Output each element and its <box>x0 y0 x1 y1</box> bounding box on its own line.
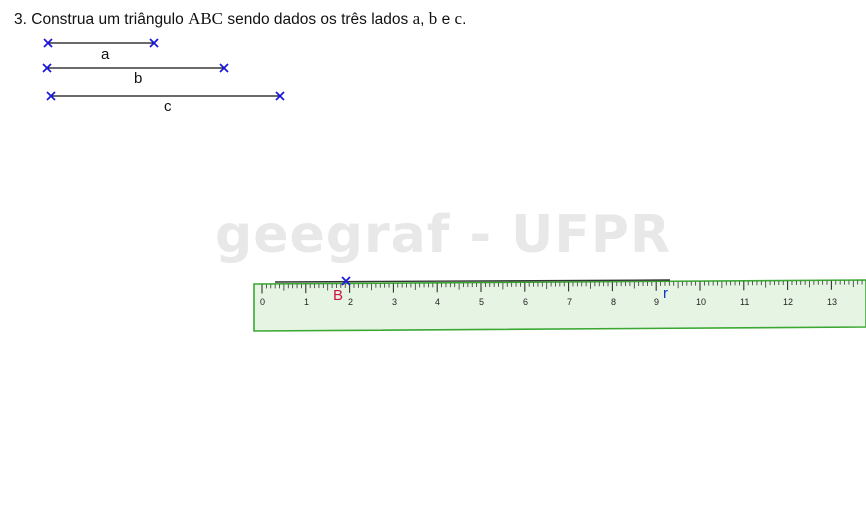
segment-a[interactable]: a <box>43 38 159 63</box>
ruler-body[interactable] <box>253 279 866 332</box>
ruler-number-8: 8 <box>611 297 616 307</box>
ruler-number-7: 7 <box>567 297 572 307</box>
ruler-number-3: 3 <box>392 297 397 307</box>
ruler-number-0: 0 <box>260 297 265 307</box>
ruler-number-5: 5 <box>479 297 484 307</box>
ruler-number-13: 13 <box>827 297 837 307</box>
ruler-number-11: 11 <box>740 297 749 307</box>
segment-a-label: a <box>101 46 110 63</box>
segment-c[interactable]: c <box>46 91 285 115</box>
line-r-label: r <box>663 285 668 302</box>
point-b-label: B <box>333 287 343 304</box>
ruler-tool[interactable]: 0 1 2 3 4 5 6 7 8 9 10 11 12 13 <box>253 279 866 332</box>
geometry-canvas[interactable]: a b c 0 1 2 3 4 5 6 7 8 9 10 11 12 13 r … <box>0 0 866 505</box>
ruler-number-1: 1 <box>304 297 309 307</box>
segment-b-label: b <box>134 70 142 87</box>
ruler-number-4: 4 <box>435 297 440 307</box>
segment-c-label: c <box>164 98 172 115</box>
ruler-number-9: 9 <box>654 297 659 307</box>
ruler-number-12: 12 <box>783 297 793 307</box>
ruler-number-2: 2 <box>348 297 353 307</box>
segment-b[interactable]: b <box>42 63 229 87</box>
ruler-number-10: 10 <box>696 297 706 307</box>
ruler-number-6: 6 <box>523 297 528 307</box>
